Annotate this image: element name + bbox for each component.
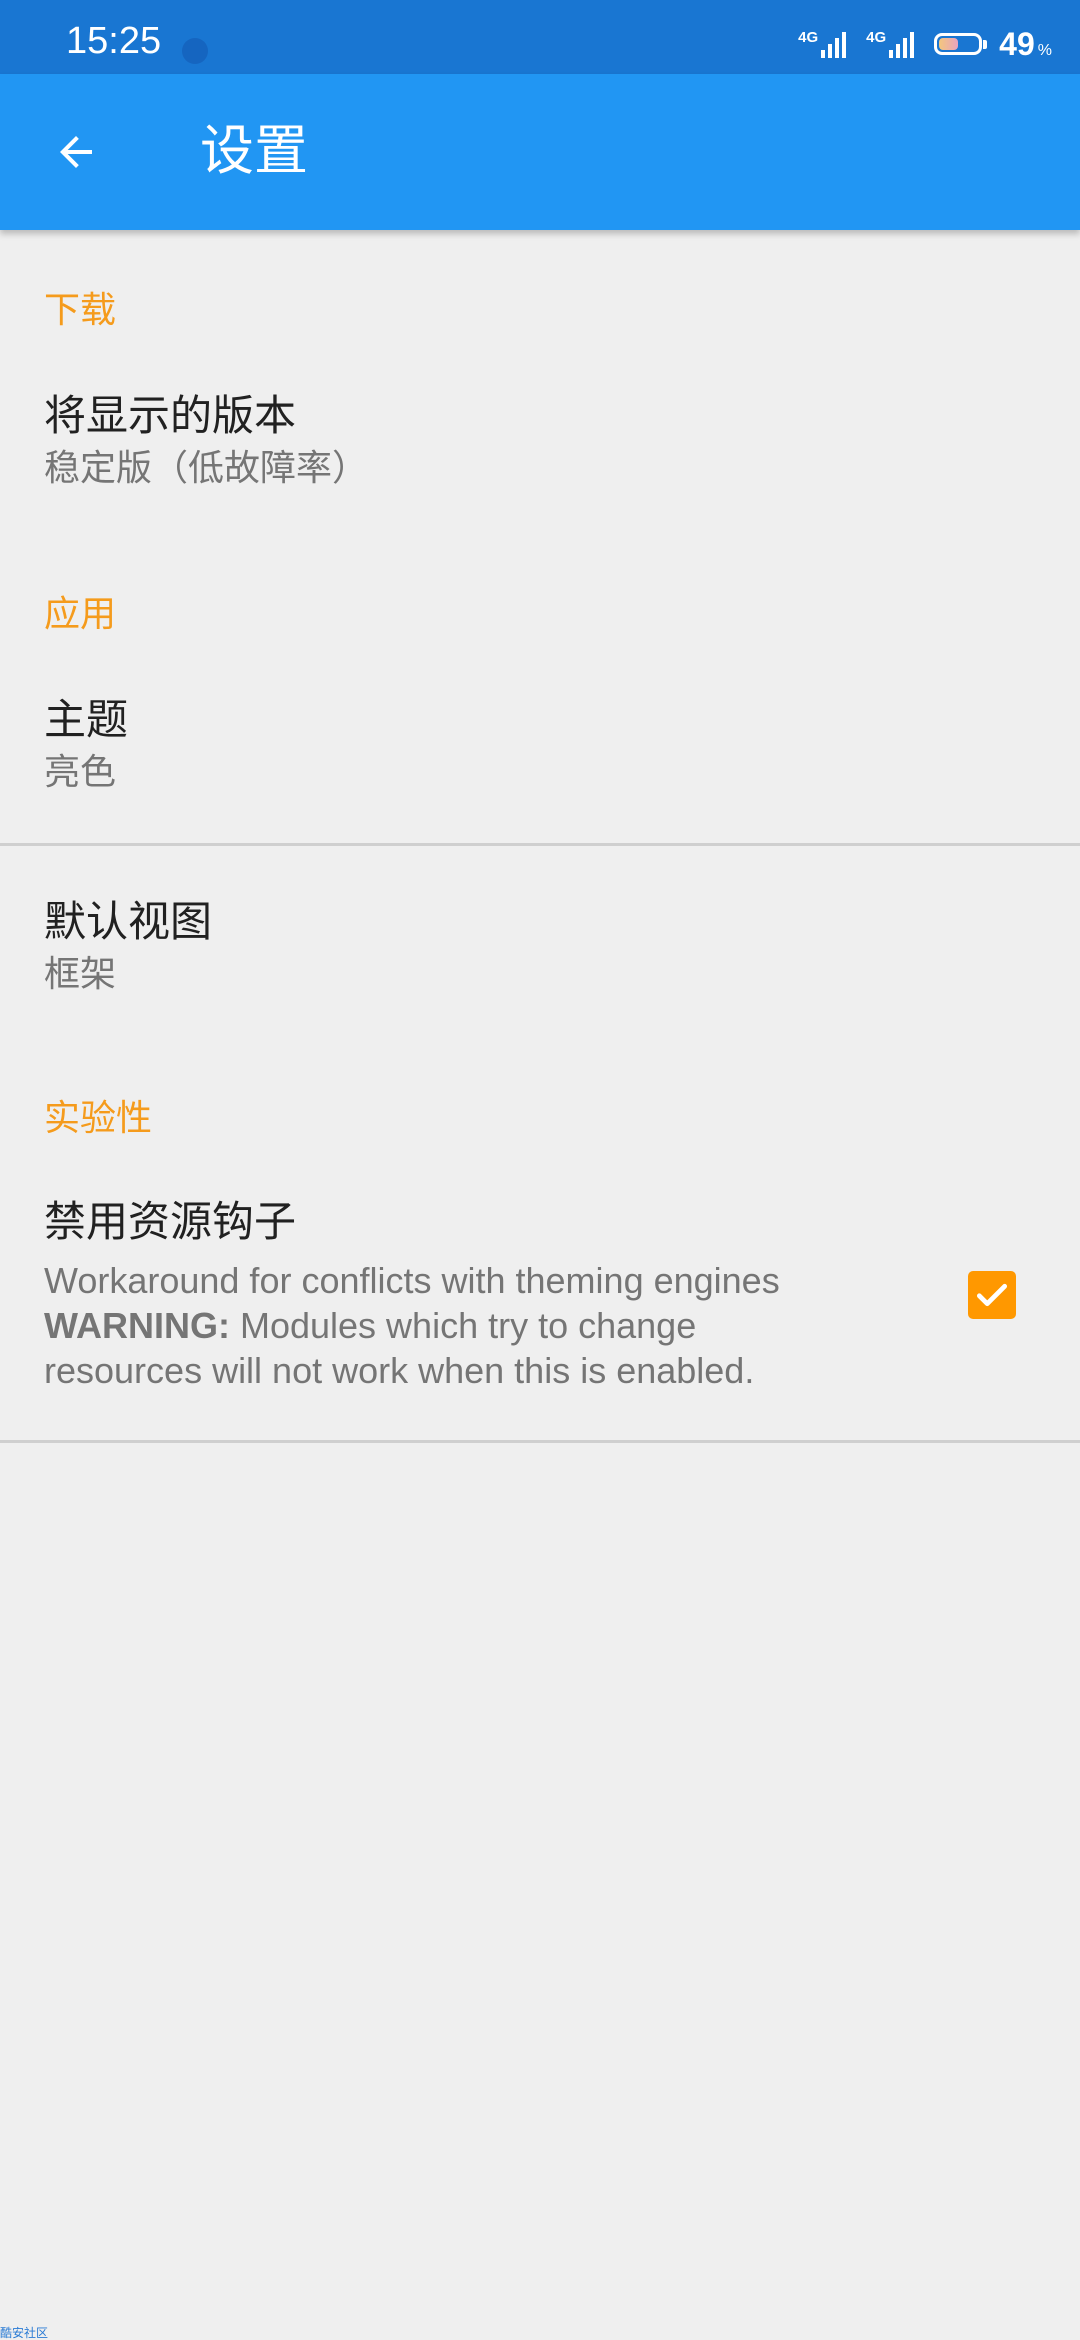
pref-disable-hooks-summary-line1: Workaround for conflicts with theming en…	[44, 1260, 780, 1301]
pref-default-view[interactable]: 默认视图 框架	[0, 846, 1080, 1036]
warning-text: Modules which try to change	[229, 1305, 697, 1346]
pref-default-view-summary: 框架	[44, 954, 117, 995]
status-icons: 4G 4G 49 %	[798, 24, 1052, 64]
network-type-2: 4G	[866, 29, 887, 46]
pref-version-title: 将显示的版本	[44, 391, 297, 440]
back-button[interactable]	[28, 116, 124, 188]
signal-icon: 4G	[866, 29, 915, 58]
pref-version-summary: 稳定版（低故障率）	[44, 448, 369, 489]
pref-default-view-title: 默认视图	[44, 897, 213, 946]
notification-dot-icon	[182, 38, 208, 64]
pref-disable-hooks-summary-line2: WARNING: Modules which try to change	[44, 1303, 696, 1349]
watermark: 酷安社区	[0, 2326, 49, 2340]
section-header-experimental: 实验性	[44, 1098, 153, 1139]
pref-disable-hooks-title: 禁用资源钩子	[44, 1197, 297, 1246]
disable-hooks-checkbox[interactable]	[968, 1271, 1016, 1319]
page-title: 设置	[200, 119, 308, 182]
app-toolbar: 设置	[0, 74, 1080, 230]
signal-icon: 4G	[798, 29, 847, 58]
check-icon	[976, 1283, 1008, 1307]
status-time: 15:25	[66, 20, 162, 62]
pref-theme-title: 主题	[44, 695, 129, 744]
battery-unit: %	[1037, 42, 1052, 59]
status-bar: 15:25 4G 4G 49 %	[0, 0, 1080, 74]
network-type-1: 4G	[798, 29, 819, 46]
section-header-download: 下载	[44, 290, 117, 331]
section-header-app: 应用	[44, 594, 117, 635]
arrow-back-icon	[60, 136, 92, 168]
battery-percent: 49	[999, 26, 1035, 62]
pref-theme[interactable]: 主题 亮色	[0, 664, 1080, 844]
warning-label: WARNING:	[44, 1305, 230, 1346]
battery-icon	[934, 33, 988, 55]
pref-theme-summary: 亮色	[44, 752, 117, 793]
divider	[0, 1440, 1080, 1443]
pref-version[interactable]: 将显示的版本 稳定版（低故障率）	[0, 360, 1080, 530]
pref-disable-hooks-summary-line3: resources will not work when this is ena…	[44, 1350, 755, 1391]
